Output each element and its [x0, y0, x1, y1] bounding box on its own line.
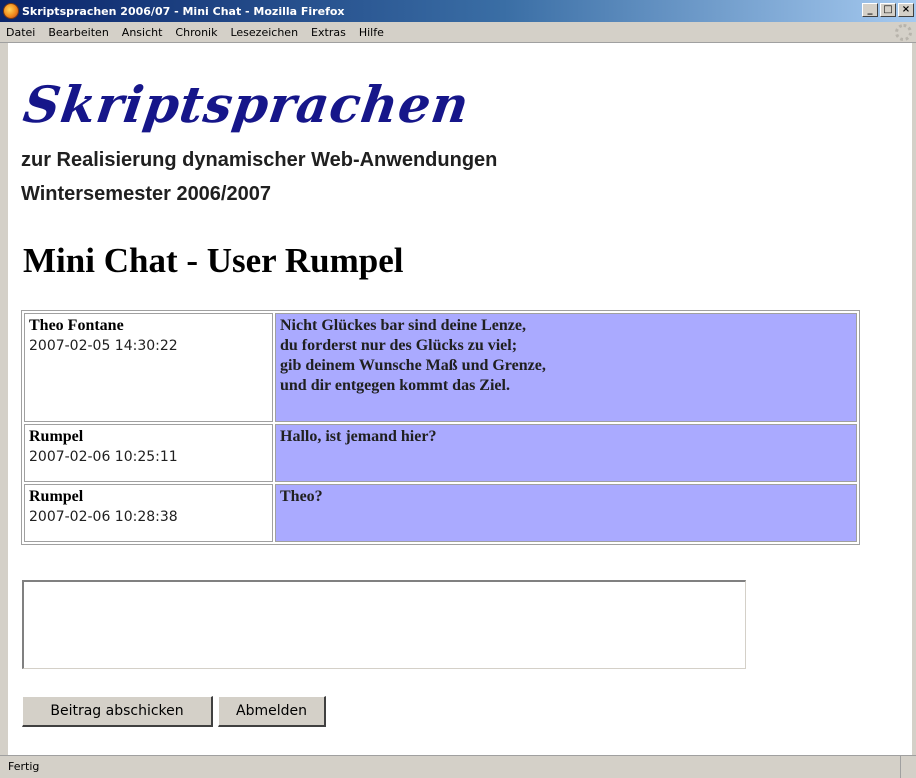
window-controls: _ □ ×	[860, 3, 914, 17]
post-message-cell: Hallo, ist jemand hier?	[275, 424, 857, 482]
window-left-border	[0, 43, 8, 755]
post-message-line: gib deinem Wunsche Maß und Grenze,	[280, 357, 546, 374]
post-timestamp: 2007-02-05 14:30:22	[29, 338, 178, 354]
post-author-cell: Rumpel 2007-02-06 10:28:38	[24, 484, 273, 542]
minimize-button[interactable]: _	[862, 3, 878, 17]
post-timestamp: 2007-02-06 10:28:38	[29, 509, 178, 525]
post-message-line: Theo?	[280, 488, 323, 505]
menu-hilfe[interactable]: Hilfe	[353, 26, 391, 39]
post-author-cell: Rumpel 2007-02-06 10:25:11	[24, 424, 273, 482]
menu-extras[interactable]: Extras	[305, 26, 353, 39]
firefox-icon	[3, 3, 19, 19]
scrollbar[interactable]	[912, 43, 916, 755]
window-title: Skriptsprachen 2006/07 - Mini Chat - Moz…	[22, 4, 345, 18]
menu-bearbeiten[interactable]: Bearbeiten	[42, 26, 115, 39]
throbber-icon	[895, 24, 912, 41]
post-message-cell: Nicht Glückes bar sind deine Lenze, du f…	[275, 313, 857, 422]
post-message-line: Hallo, ist jemand hier?	[280, 428, 437, 445]
menu-ansicht[interactable]: Ansicht	[116, 26, 170, 39]
status-text: Fertig	[8, 760, 40, 773]
chat-table: Theo Fontane 2007-02-05 14:30:22 Nicht G…	[21, 310, 860, 545]
post-message-line: du forderst nur des Glücks zu viel;	[280, 337, 518, 354]
post-message-cell: Theo?	[275, 484, 857, 542]
page-content: Skriptsprachen zur Realisierung dynamisc…	[8, 43, 912, 755]
post-author: Theo Fontane	[29, 317, 124, 334]
post-message-line: Nicht Glückes bar sind deine Lenze,	[280, 317, 526, 334]
post-message-line: und dir entgegen kommt das Ziel.	[280, 377, 510, 394]
message-input[interactable]	[22, 580, 746, 669]
semester-label: Wintersemester 2006/2007	[21, 183, 271, 205]
site-logo: Skriptsprachen	[19, 75, 474, 134]
chat-post: Rumpel 2007-02-06 10:28:38 Theo?	[24, 484, 857, 542]
maximize-button[interactable]: □	[880, 3, 896, 17]
menu-datei[interactable]: Datei	[0, 26, 42, 39]
menu-chronik[interactable]: Chronik	[169, 26, 224, 39]
close-button[interactable]: ×	[898, 3, 914, 17]
post-author-cell: Theo Fontane 2007-02-05 14:30:22	[24, 313, 273, 422]
page-title: Mini Chat - User Rumpel	[23, 241, 404, 280]
chat-post: Theo Fontane 2007-02-05 14:30:22 Nicht G…	[24, 313, 857, 422]
status-bar: Fertig	[0, 755, 916, 778]
post-timestamp: 2007-02-06 10:25:11	[29, 449, 178, 465]
post-author: Rumpel	[29, 428, 84, 445]
logout-button[interactable]: Abmelden	[218, 696, 326, 727]
window-titlebar: Skriptsprachen 2006/07 - Mini Chat - Moz…	[0, 0, 916, 22]
post-author: Rumpel	[29, 488, 84, 505]
site-subtitle: zur Realisierung dynamischer Web-Anwendu…	[21, 149, 498, 171]
chat-post: Rumpel 2007-02-06 10:25:11 Hallo, ist je…	[24, 424, 857, 482]
menu-bar: Datei Bearbeiten Ansicht Chronik Lesezei…	[0, 22, 916, 43]
resize-grip[interactable]	[900, 756, 916, 778]
menu-lesezeichen[interactable]: Lesezeichen	[224, 26, 305, 39]
submit-post-button[interactable]: Beitrag abschicken	[22, 696, 213, 727]
